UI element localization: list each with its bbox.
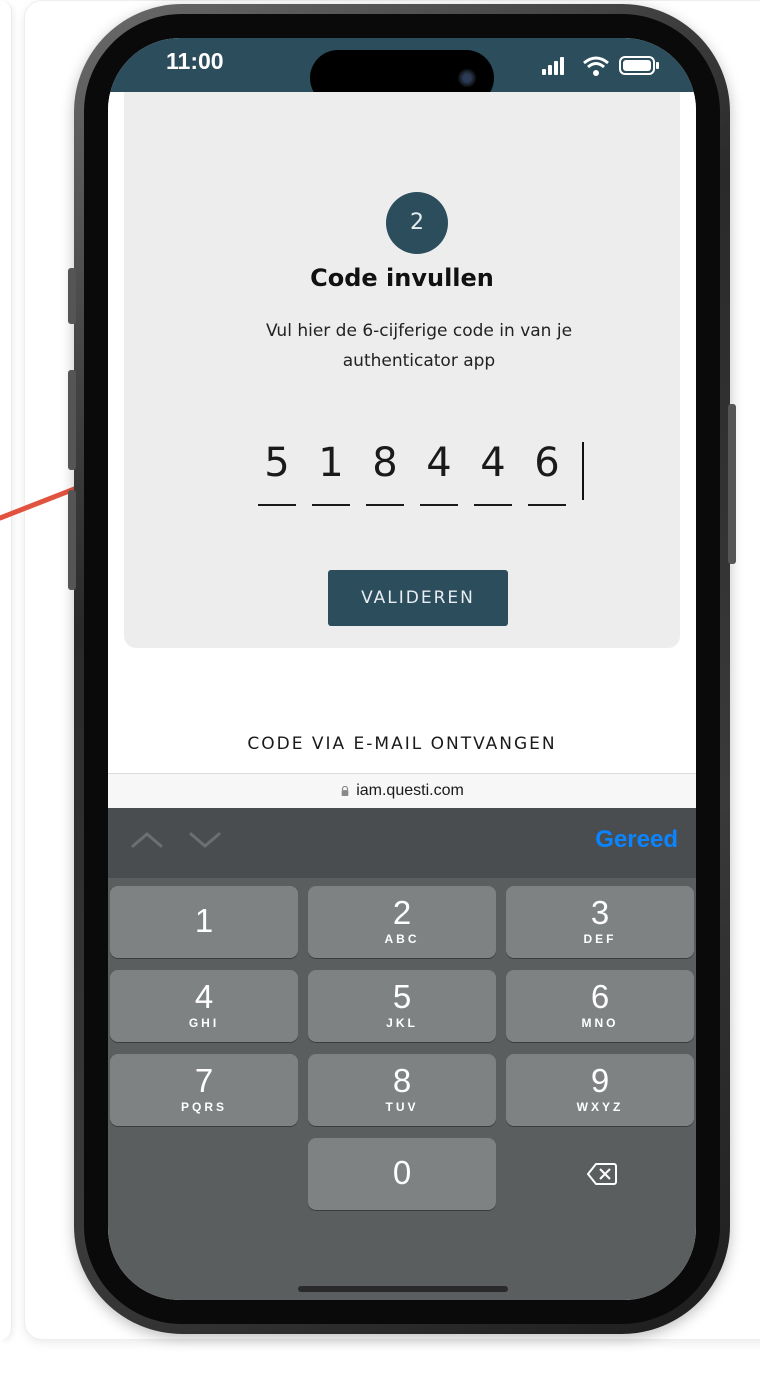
digit-underline bbox=[312, 504, 350, 506]
delete-key[interactable] bbox=[508, 1138, 696, 1210]
key-4[interactable]: 4 GHI bbox=[110, 970, 298, 1042]
code-digit: 8 bbox=[372, 440, 398, 486]
key-number: 4 bbox=[194, 978, 214, 1015]
camera-icon bbox=[458, 69, 476, 87]
key-letters: JKL bbox=[386, 1016, 418, 1030]
key-0[interactable]: 0 bbox=[308, 1138, 496, 1210]
code-digit: 1 bbox=[318, 440, 344, 486]
code-digit: 4 bbox=[480, 440, 506, 486]
page-title: Code invullen bbox=[310, 264, 494, 292]
code-digit: 5 bbox=[264, 440, 290, 486]
chevron-up-icon[interactable] bbox=[130, 830, 164, 850]
key-9[interactable]: 9 WXYZ bbox=[506, 1054, 694, 1126]
key-number: 5 bbox=[392, 978, 412, 1015]
key-letters: ABC bbox=[384, 932, 420, 946]
key-letters: MNO bbox=[581, 1016, 619, 1030]
code-input[interactable]: 5 1 8 4 4 6 bbox=[256, 440, 596, 510]
signal-icon bbox=[542, 57, 564, 75]
key-5[interactable]: 5 JKL bbox=[308, 970, 496, 1042]
volume-down-button bbox=[68, 490, 76, 590]
email-code-link[interactable]: CODE VIA E-MAIL ONTVANGEN bbox=[108, 734, 696, 754]
digit-underline bbox=[420, 504, 458, 506]
digit-underline bbox=[258, 504, 296, 506]
digit-underline bbox=[528, 504, 566, 506]
delete-icon bbox=[587, 1163, 617, 1185]
key-number: 2 bbox=[392, 894, 412, 931]
chevron-down-icon[interactable] bbox=[188, 830, 222, 850]
done-button[interactable]: Gereed bbox=[595, 826, 678, 854]
volume-up-button bbox=[68, 370, 76, 470]
key-number: 7 bbox=[194, 1062, 214, 1099]
code-digit: 6 bbox=[534, 440, 560, 486]
status-icons bbox=[542, 56, 659, 76]
content-area: 2 Code invullen Vul hier de 6-cijferige … bbox=[108, 92, 696, 808]
code-form-card: 2 Code invullen Vul hier de 6-cijferige … bbox=[124, 92, 680, 648]
key-letters: TUV bbox=[385, 1100, 419, 1114]
page-description: Vul hier de 6-cijferige code in van je a… bbox=[265, 321, 573, 371]
power-button bbox=[728, 404, 736, 564]
key-number: 1 bbox=[194, 902, 214, 939]
key-6[interactable]: 6 MNO bbox=[506, 970, 694, 1042]
url-text: iam.questi.com bbox=[356, 782, 464, 799]
key-letters: DEF bbox=[583, 932, 617, 946]
digit-underline bbox=[366, 504, 404, 506]
lock-icon bbox=[341, 786, 349, 796]
numeric-keyboard: Gereed 1 2 ABC 3 DEF 4 GHI 5 JKL 6 MNO 7… bbox=[108, 808, 696, 1300]
text-caret bbox=[582, 442, 584, 500]
keyboard-accessory-bar: Gereed bbox=[108, 808, 696, 878]
key-3[interactable]: 3 DEF bbox=[506, 886, 694, 958]
battery-icon bbox=[619, 56, 659, 75]
validate-button[interactable]: VALIDEREN bbox=[328, 570, 508, 626]
url-bar[interactable]: iam.questi.com bbox=[108, 773, 696, 809]
digit-underline bbox=[474, 504, 512, 506]
key-letters: PQRS bbox=[180, 1100, 227, 1114]
phone-screen: 11:00 2 Code invullen Vul hier de 6-cijf… bbox=[108, 38, 696, 1300]
key-number: 6 bbox=[590, 978, 610, 1015]
key-letters: WXYZ bbox=[576, 1100, 624, 1114]
left-panel-edge bbox=[0, 0, 12, 1340]
key-number: 9 bbox=[590, 1062, 610, 1099]
code-digit: 4 bbox=[426, 440, 452, 486]
step-indicator: 2 bbox=[386, 192, 448, 254]
key-number: 3 bbox=[590, 894, 610, 931]
key-7[interactable]: 7 PQRS bbox=[110, 1054, 298, 1126]
key-8[interactable]: 8 TUV bbox=[308, 1054, 496, 1126]
key-number: 0 bbox=[392, 1154, 412, 1191]
wifi-icon bbox=[583, 56, 609, 76]
key-letters: GHI bbox=[188, 1016, 220, 1030]
home-indicator bbox=[298, 1286, 508, 1292]
key-number: 8 bbox=[392, 1062, 412, 1099]
status-time: 11:00 bbox=[166, 48, 224, 74]
key-2[interactable]: 2 ABC bbox=[308, 886, 496, 958]
silent-switch bbox=[68, 268, 76, 324]
key-1[interactable]: 1 bbox=[110, 886, 298, 958]
